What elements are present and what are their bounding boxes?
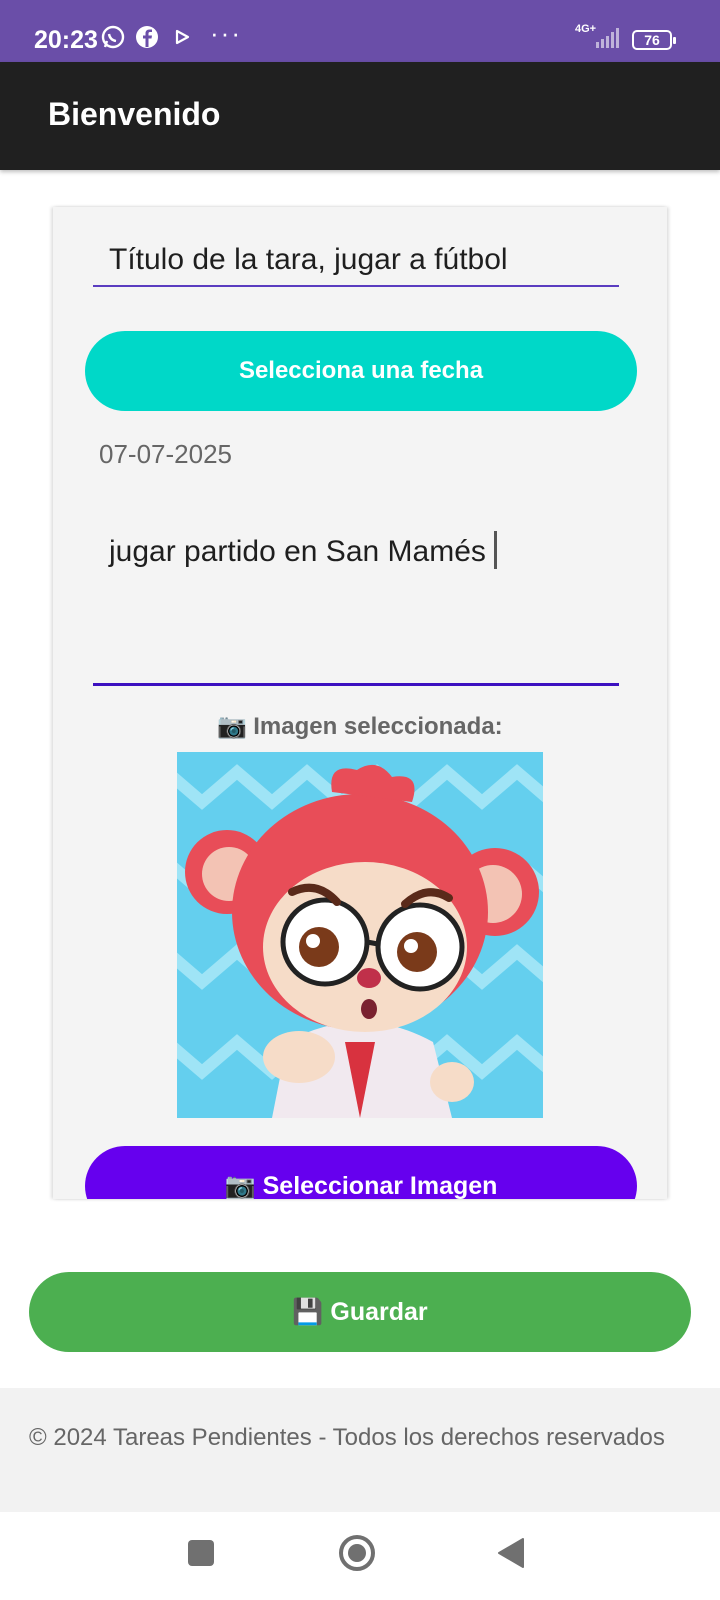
floppy-disk-icon: 💾: [292, 1298, 324, 1326]
page-title: Bienvenido: [48, 96, 221, 132]
footer: © 2024 Tareas Pendientes - Todos los der…: [0, 1388, 720, 1512]
network-type: 4G+: [575, 23, 597, 35]
footer-copyright: © 2024 Tareas Pendientes - Todos los der…: [29, 1424, 665, 1451]
signal-icon: [596, 28, 622, 55]
selected-image-label: 📷 Imagen seleccionada:: [217, 713, 503, 740]
select-image-button[interactable]: 📷 Seleccionar Imagen: [85, 1146, 637, 1199]
back-icon[interactable]: [497, 1537, 525, 1574]
select-date-button[interactable]: Selecciona una fecha: [85, 331, 637, 411]
text-cursor: [493, 531, 497, 569]
task-title-value: Título de la tara, jugar a fútbol: [109, 243, 508, 276]
camera-icon: 📷: [224, 1172, 256, 1199]
status-time: 20:23: [34, 26, 98, 54]
task-form-card: Título de la tara, jugar a fútbol Selecc…: [53, 207, 667, 1199]
task-description-input[interactable]: jugar partido en San Mamés: [93, 507, 619, 686]
task-description-value: jugar partido en San Mamés: [109, 531, 497, 569]
battery-icon: 76: [632, 30, 676, 50]
home-icon[interactable]: [338, 1534, 376, 1577]
play-icon: [170, 24, 196, 50]
selected-date: 07-07-2025: [99, 439, 232, 469]
recent-apps-icon[interactable]: [187, 1539, 215, 1572]
camera-icon: 📷: [217, 713, 248, 740]
selected-image-preview: [177, 752, 543, 1118]
more-notifications-icon: ···: [210, 18, 242, 48]
task-title-input[interactable]: Título de la tara, jugar a fútbol: [93, 235, 619, 287]
facebook-icon: [134, 24, 160, 50]
app-bar: Bienvenido: [0, 62, 720, 170]
whatsapp-icon: [100, 24, 126, 50]
status-bar: 20:23 ··· 4G+ 76: [0, 0, 720, 62]
system-navigation-bar: [0, 1512, 720, 1600]
save-button[interactable]: 💾 Guardar: [29, 1272, 691, 1352]
